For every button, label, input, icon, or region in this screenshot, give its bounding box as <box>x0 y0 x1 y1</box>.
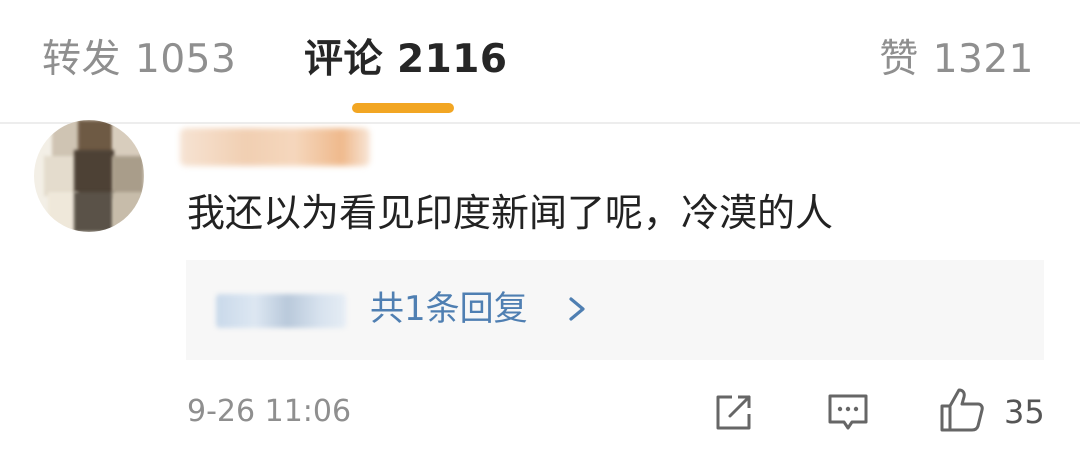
chevron-right-icon <box>569 297 585 321</box>
avatar[interactable] <box>34 120 144 232</box>
tab-repost-count: 1053 <box>135 37 237 82</box>
comment-timestamp: 9-26 11:06 <box>187 394 352 429</box>
tab-likes-label: 赞 <box>879 37 919 82</box>
tab-comments-count: 2116 <box>397 37 508 82</box>
tab-likes-count: 1321 <box>932 37 1034 82</box>
thumbs-up-icon[interactable] <box>936 384 988 436</box>
tab-divider <box>0 122 1080 124</box>
comment-text: 我还以为看见印度新闻了呢，冷漠的人 <box>187 191 834 235</box>
tab-comments-label: 评论 <box>304 37 384 82</box>
username[interactable] <box>180 128 370 166</box>
tab-bar: 转发 1053 评论 2116 赞 1321 <box>0 0 1080 122</box>
like-count: 35 <box>1004 393 1045 431</box>
reply-author <box>216 294 346 328</box>
tab-comments[interactable]: 评论 2116 <box>304 34 508 86</box>
tab-repost-label: 转发 <box>42 37 122 82</box>
reply-preview[interactable]: 共1条回复 <box>186 260 1044 360</box>
share-icon[interactable] <box>710 388 758 436</box>
active-tab-indicator <box>352 103 454 113</box>
tab-repost[interactable]: 转发 1053 <box>42 34 236 86</box>
replies-count-link[interactable]: 共1条回复 <box>370 284 528 334</box>
comment-icon[interactable] <box>824 388 872 436</box>
tab-likes[interactable]: 赞 1321 <box>879 34 1034 86</box>
